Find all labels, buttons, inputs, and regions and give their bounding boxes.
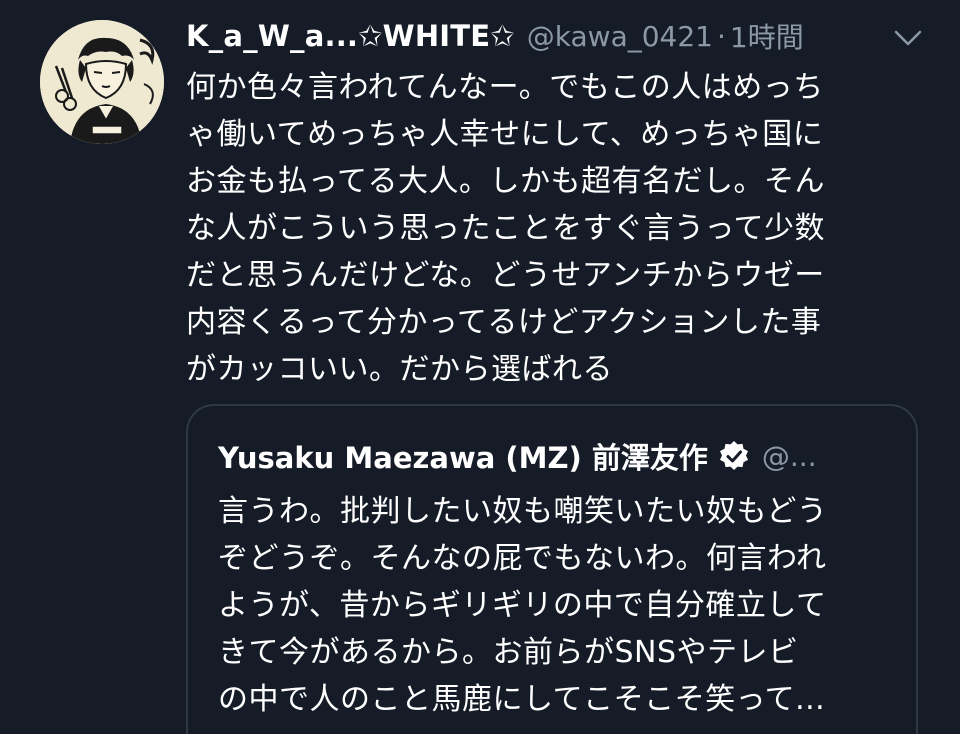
quoted-text-line: 言うわ。批判したい奴も嘲笑いたい奴もどう	[218, 494, 828, 529]
quoted-display-name: Yusaku Maezawa (MZ) 前澤友作	[218, 441, 708, 475]
tweet-text-line: お金も払ってる大人。しかも超有名だし。そん	[186, 164, 825, 199]
quoted-text-line: の中で人のこと馬鹿にしてこそこそ笑って...	[218, 682, 826, 717]
quoted-tweet[interactable]: Yusaku Maezawa (MZ) 前澤友作 @... 言うわ。批判したい奴…	[186, 404, 918, 734]
user-handle[interactable]: @kawa_0421	[527, 20, 713, 53]
quoted-text-line: きて今があるから。お前らがSNSやテレビ	[218, 635, 799, 670]
quoted-tweet-header: Yusaku Maezawa (MZ) 前澤友作 @...	[218, 430, 817, 482]
tweet-header: K_a_W_a...✩WHITE✩ @kawa_0421 · 1時間	[186, 14, 906, 58]
timestamp[interactable]: 1時間	[730, 16, 804, 56]
display-name[interactable]: K_a_W_a...✩WHITE✩	[186, 19, 515, 53]
tweet-text-line: ゃ働いてめっちゃ人幸せにして、めっちゃ国に	[186, 117, 824, 152]
tweet-text-line: がカッコいい。だから選ばれる	[186, 352, 613, 387]
quoted-text-line: ぞどうぞ。そんなの屁でもないわ。何言われ	[218, 541, 827, 576]
tweet-text: 何か色々言われてんなー。でもこの人はめっち ゃ働いてめっちゃ人幸せにして、めっち…	[186, 64, 898, 393]
quoted-user-handle: @...	[761, 439, 817, 473]
verified-badge-icon	[718, 440, 750, 472]
chevron-down-icon[interactable]	[892, 26, 924, 50]
quoted-tweet-text: 言うわ。批判したい奴も嘲笑いたい奴もどう ぞどうぞ。そんなの屁でもないわ。何言わ…	[218, 488, 908, 723]
avatar[interactable]	[40, 20, 164, 144]
tweet: K_a_W_a...✩WHITE✩ @kawa_0421 · 1時間 何か色々言…	[0, 0, 960, 734]
tweet-text-line: 内容くるって分かってるけどアクションした事	[186, 305, 822, 340]
tweet-text-line: だと思うんだけどな。どうせアンチからウゼー	[186, 258, 825, 293]
user-avatar-illustration	[40, 20, 164, 144]
tweet-text-line: 何か色々言われてんなー。でもこの人はめっち	[186, 70, 824, 105]
tweet-text-line: な人がこういう思ったことをすぐ言うって少数	[186, 211, 825, 246]
separator-dot: ·	[717, 19, 726, 53]
quoted-text-line: ようが、昔からギリギリの中で自分確立して	[218, 588, 827, 623]
